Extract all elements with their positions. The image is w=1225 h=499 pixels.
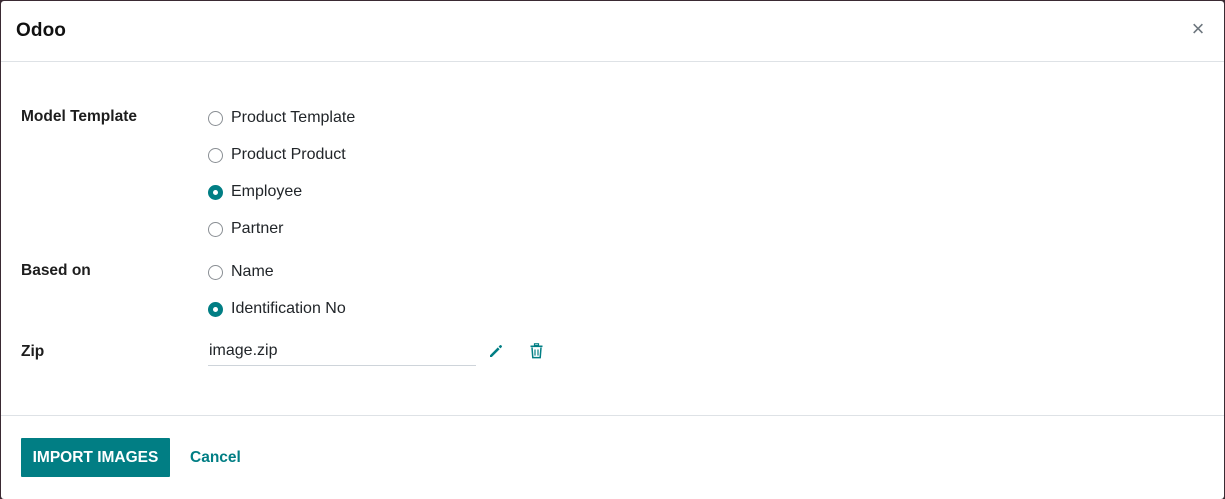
radio-identification-no[interactable]: Identification No	[208, 300, 346, 318]
radio-partner[interactable]: Partner	[208, 220, 283, 238]
dialog-header: Odoo ×	[1, 1, 1224, 62]
radio-label: Product Product	[231, 146, 346, 163]
radio-label: Name	[231, 263, 274, 280]
import-images-dialog: Odoo × Model Template Product Template P…	[1, 1, 1224, 499]
zip-label: Zip	[21, 343, 45, 360]
radio-circle-checked[interactable]	[208, 301, 223, 317]
radio-product-template[interactable]: Product Template	[208, 109, 355, 127]
cancel-button[interactable]: Cancel	[190, 449, 241, 467]
dialog-body: Model Template Product Template Product …	[1, 62, 1224, 416]
radio-circle[interactable]	[208, 110, 223, 126]
radio-product-product[interactable]: Product Product	[208, 146, 346, 164]
radio-circle[interactable]	[208, 147, 223, 163]
based-on-label: Based on	[21, 262, 91, 279]
radio-employee[interactable]: Employee	[208, 183, 302, 201]
radio-circle[interactable]	[208, 264, 223, 280]
pencil-icon[interactable]	[488, 343, 506, 361]
dialog-footer: IMPORT IMAGES Cancel	[1, 417, 1224, 499]
radio-circle[interactable]	[208, 221, 223, 237]
radio-circle-checked[interactable]	[208, 184, 223, 200]
dialog-title: Odoo	[16, 20, 66, 41]
radio-label: Employee	[231, 183, 303, 200]
import-images-button[interactable]: IMPORT IMAGES	[21, 438, 170, 477]
trash-icon[interactable]	[529, 343, 547, 361]
zip-file-field[interactable]: image.zip	[208, 340, 476, 366]
radio-name[interactable]: Name	[208, 263, 274, 281]
radio-label: Product Template	[231, 109, 356, 126]
model-template-label: Model Template	[21, 108, 137, 125]
close-button[interactable]: ×	[1186, 18, 1210, 42]
radio-label: Identification No	[231, 300, 346, 317]
radio-label: Partner	[231, 220, 284, 237]
